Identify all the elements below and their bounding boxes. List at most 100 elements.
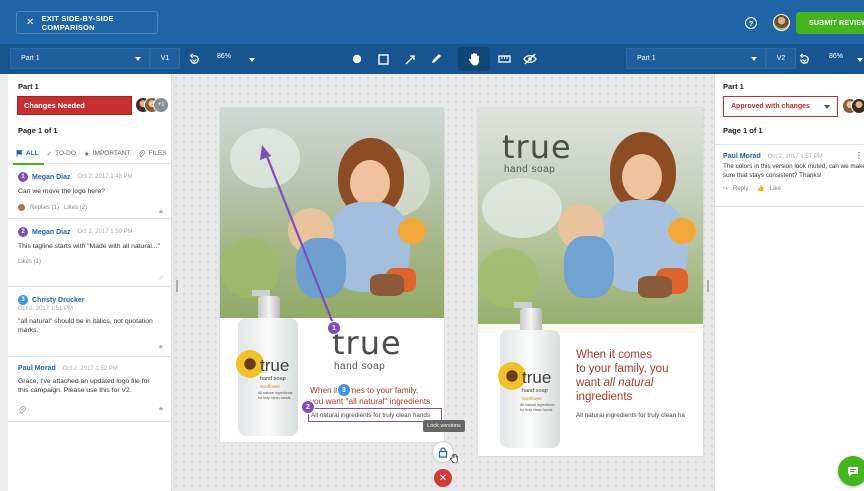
lock-versions-tooltip: Lock versions: [423, 420, 465, 432]
comment-author: Christy Drucker: [32, 296, 85, 304]
top-bar: ✕ EXIT SIDE-BY-SIDE COMPARISON ? SUBMIT …: [0, 0, 864, 44]
tab-all[interactable]: ALL: [13, 144, 44, 165]
paperclip-icon[interactable]: [18, 406, 26, 417]
ruler-icon[interactable]: [496, 51, 512, 67]
right-resize-handle[interactable]: [707, 280, 709, 292]
tab-important-label: IMPORTANT: [92, 150, 131, 157]
right-version-select[interactable]: V2: [766, 48, 796, 69]
comment-time: Oct 2, 2017 1:51 PM: [18, 306, 74, 312]
zoom-chevron-down-icon[interactable]: [857, 58, 863, 62]
circle-tool-icon[interactable]: [349, 51, 365, 67]
like-link[interactable]: Like: [770, 186, 781, 192]
tab-todo-label: TO-DO: [55, 150, 76, 157]
left-zoom-level[interactable]: 86%: [217, 53, 231, 60]
tab-todo[interactable]: ✓ TO-DO: [47, 144, 76, 164]
close-comparison-button[interactable]: ✕: [434, 469, 452, 487]
bottle-brand: true: [522, 368, 552, 387]
comment-item[interactable]: Paul Morad Oct 2, 2017 1:52 PM Grace, I'…: [8, 357, 172, 422]
status-dropdown[interactable]: Changes Needed: [17, 96, 132, 115]
user-avatar[interactable]: [773, 14, 790, 31]
close-icon: ✕: [26, 17, 35, 28]
annotation-marker-3[interactable]: 3: [337, 383, 351, 397]
more-options-icon[interactable]: ⋮: [855, 151, 863, 160]
artwork-v2[interactable]: true hand soap When it comes to your fam…: [478, 108, 703, 456]
reviewer-avatars[interactable]: [842, 98, 864, 115]
rotate-icon[interactable]: [796, 51, 812, 67]
tab-files[interactable]: FILES: [138, 144, 167, 164]
left-version-select[interactable]: V1: [150, 48, 180, 69]
comment-author: Megan Diaz: [32, 228, 71, 236]
bottle-subbrand: hand soap: [522, 388, 548, 394]
arrow-tool-icon[interactable]: [402, 51, 418, 67]
brand-subtitle: hand soap: [504, 164, 556, 175]
brand-title: true: [502, 128, 572, 166]
reviewer-avatars[interactable]: +1: [135, 97, 175, 114]
likes-link[interactable]: Likes (2): [64, 205, 87, 211]
left-part-title: Part 1: [18, 82, 39, 91]
hide-annotations-icon[interactable]: [522, 51, 538, 67]
comment-time: Oct 2, 2017 1:48 PM: [77, 174, 133, 180]
comment-item[interactable]: 2 Megan Diaz Oct 2, 2017 1:50 PM This ta…: [8, 219, 172, 287]
checkmark-icon[interactable]: ✓: [158, 274, 164, 282]
comment-author: Paul Morad: [723, 153, 761, 160]
soap-bottle: true hand soap Sunflower All natural ing…: [498, 302, 560, 448]
cursor-hand-icon: [450, 453, 459, 466]
annotation-arrow[interactable]: [220, 108, 444, 442]
footer-text: All natural ingredients for truly clean …: [576, 412, 685, 419]
left-part-select[interactable]: Part 1: [10, 48, 150, 69]
chevron-down-icon: [751, 57, 757, 61]
star-icon[interactable]: ★: [158, 343, 164, 351]
right-part-title: Part 1: [723, 82, 744, 91]
comment-text: Can we move the logo here?: [18, 188, 105, 195]
comment-item[interactable]: 1 Megan Diaz Oct 2, 2017 1:48 PM Can we …: [8, 164, 172, 219]
tagline-line-3: want all natural: [576, 376, 668, 390]
comment-number-badge: 1: [18, 172, 28, 182]
left-resize-handle[interactable]: [176, 280, 178, 292]
comment-time: Oct 2, 2017 1:50 PM: [77, 229, 133, 235]
annotation-marker-2[interactable]: 2: [301, 400, 315, 414]
replies-link[interactable]: Replies (1): [30, 205, 59, 211]
comment-item[interactable]: Paul Morad Oct 2, 2017 1:57 PM ⋮ The col…: [715, 144, 864, 207]
comment-text: "all natural" should be in italics, not …: [18, 318, 153, 334]
right-part-select[interactable]: Part 1: [626, 48, 766, 69]
tab-important[interactable]: ★ IMPORTANT: [84, 144, 131, 164]
right-zoom-level[interactable]: 86%: [829, 53, 843, 60]
pencil-tool-icon[interactable]: [428, 51, 444, 67]
likes-link[interactable]: Likes (1): [18, 259, 41, 265]
right-comments-panel: Part 1 Approved with changes Page 1 of 1…: [714, 74, 864, 491]
lock-icon: [438, 446, 448, 458]
rectangle-tool-icon[interactable]: [375, 51, 391, 67]
tagline-line-1: When it comes: [576, 349, 653, 361]
right-page-label: Page 1 of 1: [723, 126, 763, 135]
hand-icon[interactable]: [466, 51, 482, 67]
tab-files-label: FILES: [148, 150, 167, 157]
comment-text: The colors in this version look muted, c…: [723, 163, 864, 180]
exit-comparison-button[interactable]: ✕ EXIT SIDE-BY-SIDE COMPARISON: [16, 11, 158, 34]
comment-author: Megan Diaz: [32, 173, 71, 181]
chevron-down-icon: [824, 105, 830, 109]
star-icon[interactable]: ★: [158, 405, 164, 413]
status-dropdown[interactable]: Approved with changes: [723, 96, 838, 117]
comment-text: Grace, I've attached an updated logo fil…: [18, 378, 150, 394]
chevron-down-icon: [135, 57, 141, 61]
avatar: [851, 98, 864, 114]
left-part-label: Part 1: [21, 55, 40, 62]
help-icon[interactable]: ?: [745, 17, 757, 29]
annotation-marker-1[interactable]: 1: [327, 321, 341, 335]
comment-item[interactable]: 3 Christy Drucker Oct 2, 2017 1:51 PM "a…: [8, 287, 172, 357]
left-comments-panel: Part 1 Changes Needed +1 Page 1 of 1 ALL…: [8, 74, 172, 491]
star-icon[interactable]: ★: [158, 208, 164, 216]
left-page-label: Page 1 of 1: [18, 126, 58, 135]
submit-review-button[interactable]: SUBMIT REVIEW: [796, 12, 864, 34]
zoom-chevron-down-icon[interactable]: [249, 58, 255, 62]
reply-link[interactable]: Reply: [733, 186, 748, 192]
status-label: Approved with changes: [731, 103, 810, 110]
checkmark-icon: ✓: [46, 150, 53, 158]
rotate-icon[interactable]: [186, 51, 202, 67]
reply-icon: ↪: [723, 186, 729, 192]
chat-button[interactable]: [838, 456, 864, 486]
tagline-emphasis: all natural: [603, 377, 654, 389]
comment-author: Paul Morad: [18, 365, 56, 372]
tagline-line-2: to your family, you: [576, 363, 669, 375]
paperclip-icon: [139, 149, 146, 157]
